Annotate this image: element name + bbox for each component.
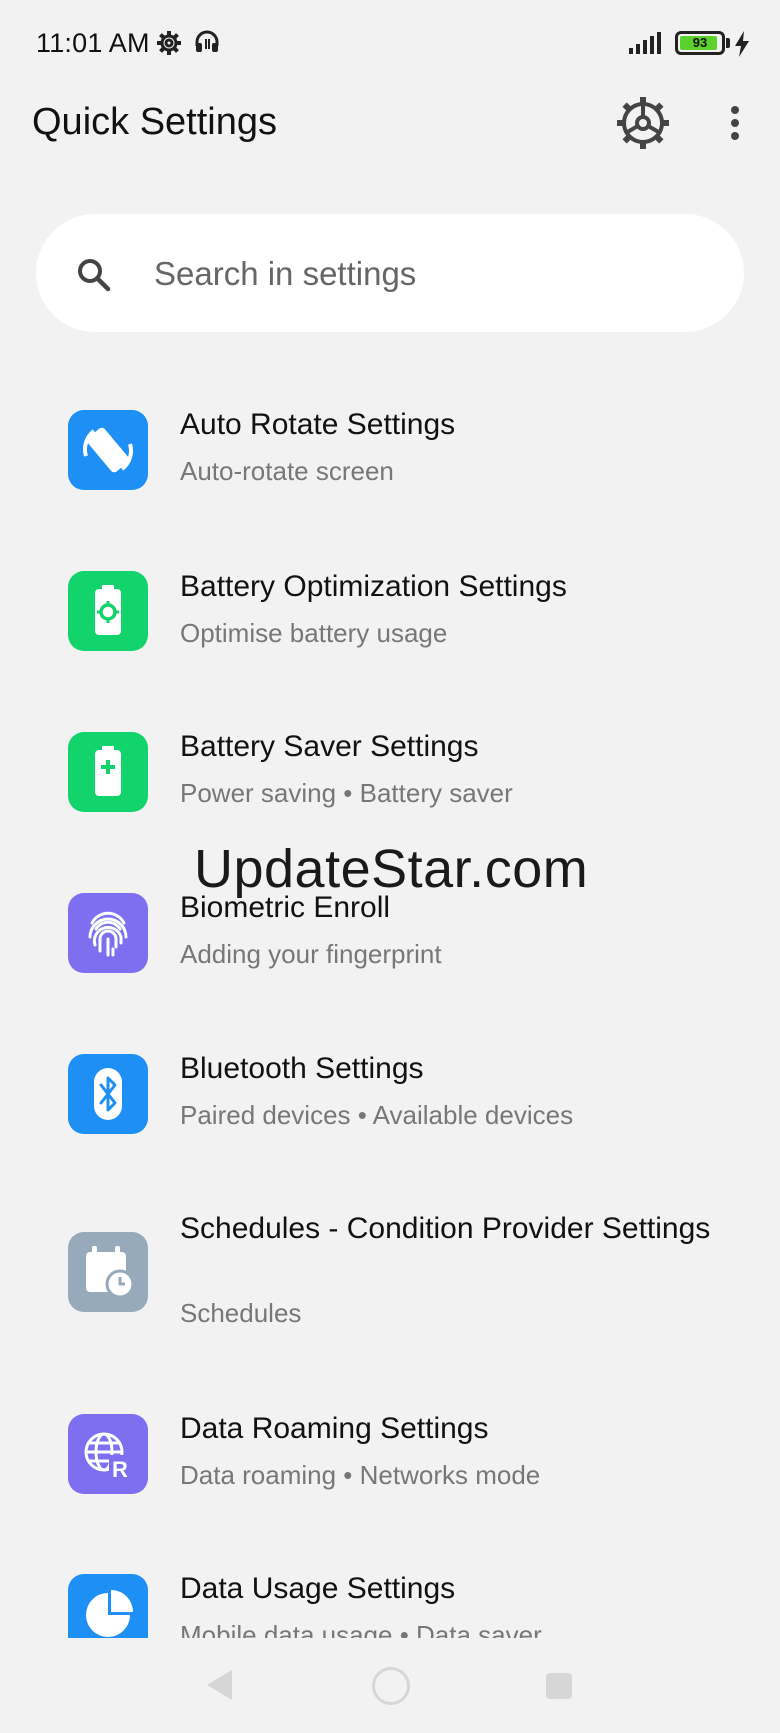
svg-text:R: R bbox=[112, 1457, 128, 1482]
globe-roaming-icon: R bbox=[68, 1414, 148, 1494]
item-title: Battery Saver Settings bbox=[180, 730, 479, 763]
item-subtitle: Auto-rotate screen bbox=[180, 456, 394, 486]
item-subtitle: Paired devices • Available devices bbox=[180, 1100, 574, 1130]
settings-list: Auto Rotate Settings Auto-rotate screen … bbox=[0, 370, 780, 1638]
list-item-bluetooth[interactable]: Bluetooth Settings Paired devices • Avai… bbox=[0, 1014, 780, 1174]
battery-level: 93 bbox=[692, 35, 708, 50]
pie-chart-icon bbox=[68, 1574, 148, 1638]
item-title: Data Roaming Settings bbox=[180, 1412, 489, 1445]
battery-plus-icon bbox=[68, 732, 148, 812]
list-item-battery-saver[interactable]: Battery Saver Settings Power saving • Ba… bbox=[0, 692, 780, 852]
item-title: Bluetooth Settings bbox=[180, 1052, 424, 1085]
item-subtitle: Optimise battery usage bbox=[180, 618, 448, 648]
item-subtitle: Power saving • Battery saver bbox=[180, 778, 513, 808]
item-title: Battery Optimization Settings bbox=[180, 570, 567, 603]
bluetooth-icon bbox=[68, 1054, 148, 1134]
item-title: Auto Rotate Settings bbox=[180, 408, 456, 441]
settings-gear-icon bbox=[156, 30, 182, 61]
headset-icon bbox=[194, 30, 220, 59]
list-item-data-roaming[interactable]: R Data Roaming Settings Data roaming • N… bbox=[0, 1374, 780, 1534]
item-title: Data Usage Settings bbox=[180, 1572, 456, 1605]
battery-gear-icon bbox=[68, 571, 148, 651]
calendar-clock-icon bbox=[68, 1232, 148, 1312]
back-triangle-icon[interactable] bbox=[204, 1668, 234, 1707]
item-subtitle: Adding your fingerprint bbox=[180, 939, 442, 969]
more-dot bbox=[731, 106, 739, 114]
item-subtitle: Mobile data usage • Data saver bbox=[180, 1620, 542, 1638]
page-title: Quick Settings bbox=[32, 101, 277, 143]
gear-icon[interactable] bbox=[615, 95, 671, 151]
more-vert-icon[interactable] bbox=[720, 100, 750, 146]
list-item-data-usage[interactable]: Data Usage Settings Mobile data usage • … bbox=[0, 1534, 780, 1638]
list-item-schedules[interactable]: Schedules - Condition Provider Settings … bbox=[0, 1174, 780, 1374]
fingerprint-icon bbox=[68, 893, 148, 973]
more-dot bbox=[731, 132, 739, 140]
item-subtitle: Data roaming • Networks mode bbox=[180, 1460, 541, 1490]
more-dot bbox=[731, 119, 739, 127]
search-icon bbox=[76, 257, 112, 298]
battery-icon: 93 bbox=[675, 31, 725, 55]
recents-square-icon[interactable] bbox=[546, 1673, 572, 1699]
screen: 11:01 AM 93 Quick Settings Search in set… bbox=[0, 0, 780, 1733]
status-bar: 11:01 AM 93 bbox=[0, 0, 780, 90]
charging-icon bbox=[734, 31, 750, 62]
item-title: Schedules - Condition Provider Settings bbox=[180, 1212, 711, 1245]
rotate-icon bbox=[68, 410, 148, 490]
signal-icon bbox=[629, 32, 665, 59]
list-item-auto-rotate[interactable]: Auto Rotate Settings Auto-rotate screen bbox=[0, 370, 780, 530]
item-subtitle: Schedules bbox=[180, 1298, 302, 1328]
search-input[interactable] bbox=[154, 250, 714, 298]
watermark: UpdateStar.com bbox=[194, 839, 589, 899]
list-item-battery-optimization[interactable]: Battery Optimization Settings Optimise b… bbox=[0, 530, 780, 692]
battery-cap bbox=[726, 38, 730, 48]
home-circle-icon[interactable] bbox=[372, 1667, 410, 1705]
status-time: 11:01 AM bbox=[36, 28, 150, 58]
